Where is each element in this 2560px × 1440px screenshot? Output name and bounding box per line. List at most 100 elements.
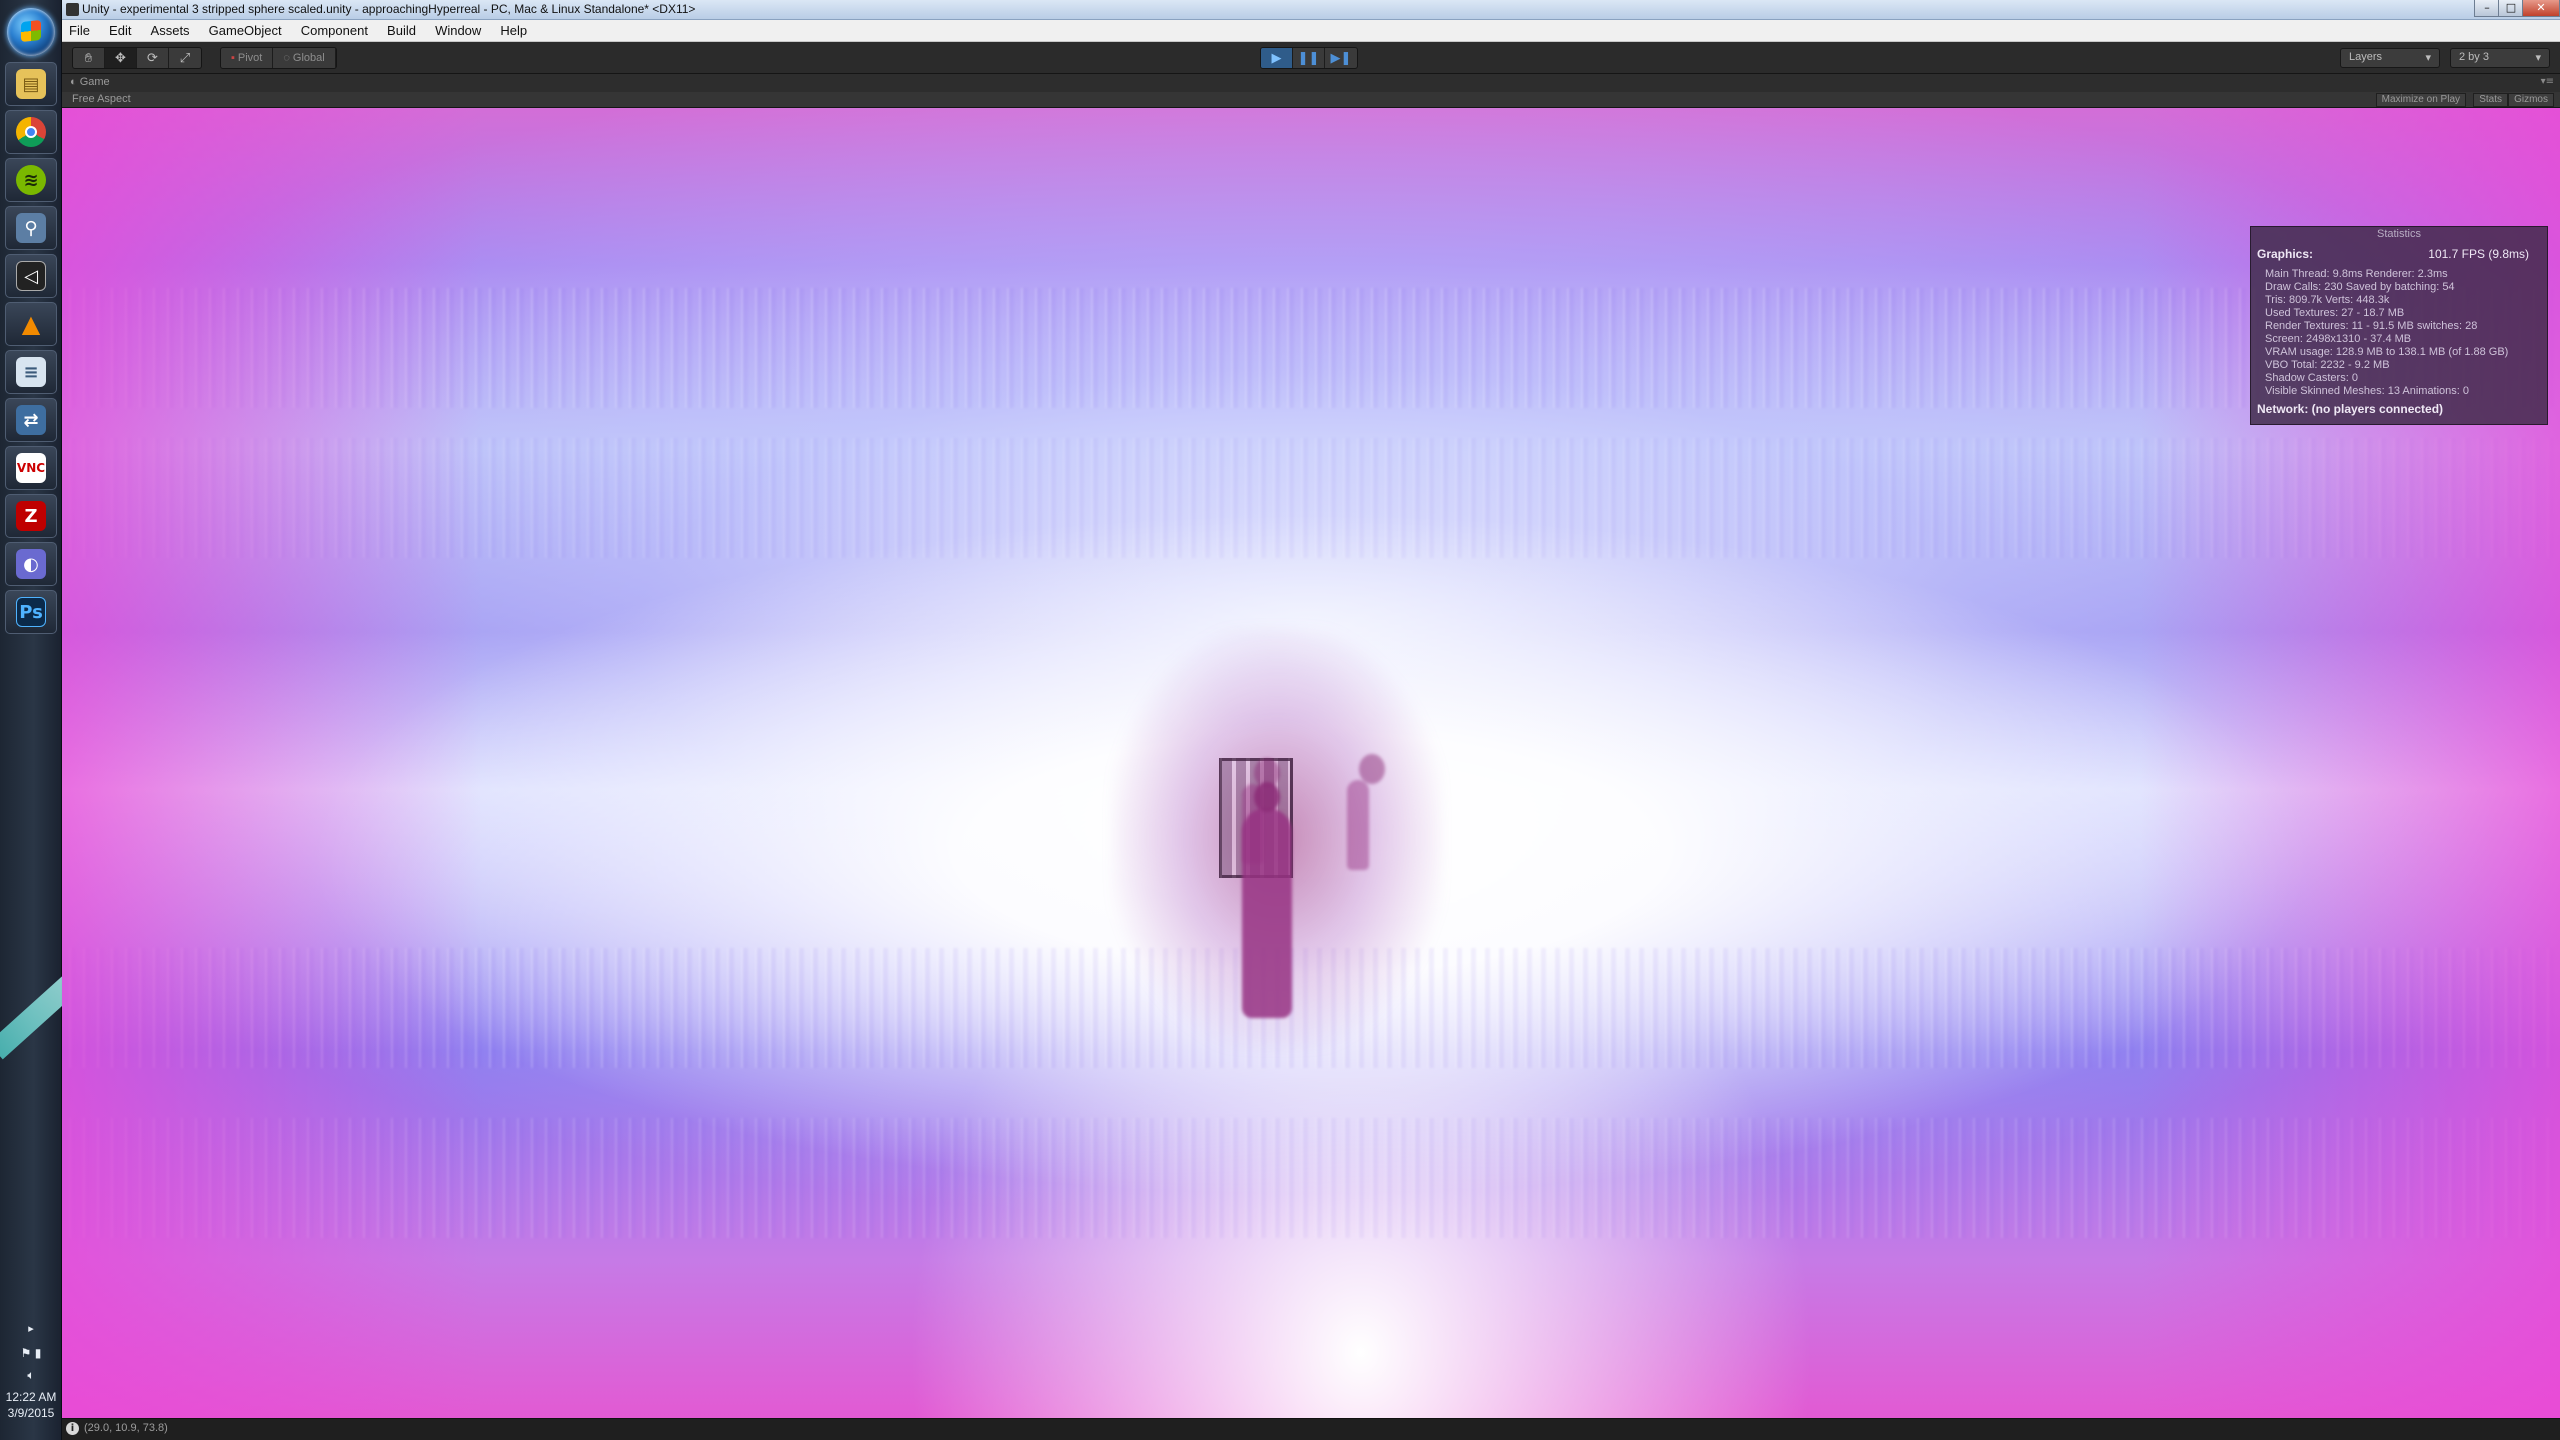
globe-icon: ◌ [283,52,290,64]
stat-line: Tris: 809.7k Verts: 448.3k [2265,294,2390,306]
vnc-icon: VNC [16,453,46,483]
stat-line: Used Textures: 27 - 18.7 MB [2265,307,2405,319]
panel-menu-icon[interactable]: ▾≡ [2541,76,2554,87]
scale-tool[interactable]: ⤢ [169,48,201,68]
vlc-icon: ▲ [21,310,41,338]
pause-icon: ❚❚ [1297,50,1320,66]
fps-readout: 101.7 FPS (9.8ms) [2428,247,2529,261]
console-message[interactable]: (29.0, 10.9, 73.8) [84,1422,168,1434]
statistics-overlay: Statistics Graphics: 101.7 FPS (9.8ms) M… [2250,226,2548,425]
chevron-down-icon: ▾ [2535,52,2541,64]
rotate-icon: ⟳ [147,50,158,66]
graphics-label: Graphics: [2257,247,2314,261]
game-icon: ◐ [70,76,80,88]
explorer-pin[interactable]: ▤ [5,62,57,106]
explorer-icon: ▤ [16,69,46,99]
network-icon: ⇄ [16,405,46,435]
layout-dropdown[interactable]: 2 by 3 ▾ [2450,48,2550,68]
stat-line: VRAM usage: 128.9 MB to 138.1 MB (of 1.8… [2265,346,2509,358]
pivot-toggle[interactable]: ▪ Pivot [221,48,274,68]
layers-dropdown[interactable]: Layers ▾ [2340,48,2440,68]
aspect-label: Free Aspect [72,93,131,105]
hand-tool[interactable]: ✋︎ [73,48,105,68]
menu-file[interactable]: File [62,20,97,38]
minimize-button[interactable]: – [2474,0,2500,17]
menu-edit[interactable]: Edit [102,20,138,38]
notepad-icon: ≡ [16,357,46,387]
transform-tools: ✋︎ ✥ ⟳ ⤢ [72,47,202,69]
statistics-lines: Main Thread: 9.8ms Renderer: 2.3ms Draw … [2265,268,2543,398]
step-button[interactable]: ▶❚ [1325,48,1357,68]
pivot-icon: ▪ [231,52,235,64]
maximize-on-play-toggle[interactable]: Maximize on Play [2375,93,2466,107]
game-tab-row: ◐ Game ▾≡ [62,74,2560,92]
stat-line: Visible Skinned Meshes: 13 Animations: 0 [2265,385,2470,397]
stat-line: Screen: 2498x1310 - 37.4 MB [2265,333,2412,345]
playback-controls: ▶ ❚❚ ▶❚ [1260,47,1358,69]
taskbar-decoration [0,960,62,1100]
game-control-bar: Free Aspect Maximize on Play Stats Gizmo… [62,92,2560,108]
menu-component[interactable]: Component [294,20,375,38]
remote-icon: ⚲ [16,213,46,243]
menu-build[interactable]: Build [380,20,423,38]
network-pin[interactable]: ⇄ [5,398,57,442]
layout-label: 2 by 3 [2459,51,2489,63]
stat-line: Main Thread: 9.8ms Renderer: 2.3ms [2265,268,2448,280]
clock-time[interactable]: 12:22 AM [0,1390,62,1404]
start-button[interactable] [7,8,55,56]
pause-button[interactable]: ❚❚ [1293,48,1325,68]
photoshop-icon: Ps [16,597,46,627]
close-button[interactable]: ✕ [2522,0,2560,17]
vnc-pin[interactable]: VNC [5,446,57,490]
tab-game[interactable]: ◐ Game [70,76,110,88]
move-tool[interactable]: ✥ [105,48,137,68]
human-figure [1242,782,1292,1018]
play-icon: ▶ [1271,50,1282,66]
chevron-down-icon: ▾ [2425,52,2431,64]
magenta-vignette-left [62,108,482,1418]
menu-assets[interactable]: Assets [144,20,197,38]
global-toggle[interactable]: ◌ Global [273,48,336,68]
remote-pin[interactable]: ⚲ [5,206,57,250]
aspect-dropdown[interactable]: Free Aspect [72,93,131,105]
spotify-pin[interactable]: ≋ [5,158,57,202]
step-icon: ▶❚ [1330,50,1352,66]
stats-toggle[interactable]: Stats [2473,93,2508,107]
statistics-header: Statistics [2376,228,2421,240]
play-button[interactable]: ▶ [1261,48,1293,68]
chrome-pin[interactable] [5,110,57,154]
clock-date[interactable]: 3/9/2015 [0,1406,62,1420]
layers-label: Layers [2349,51,2383,63]
scale-icon: ⤢ [179,50,191,66]
chrome-icon [16,117,46,147]
game-viewport[interactable]: Statistics Graphics: 101.7 FPS (9.8ms) M… [62,108,2560,1418]
pivot-toggles: ▪ Pivot ◌ Global [220,47,337,69]
filezilla-pin[interactable]: Z [5,494,57,538]
unity-icon: ◁ [16,261,46,291]
menu-gameobject[interactable]: GameObject [202,20,289,38]
app-icon: ◐ [16,549,46,579]
main-toolbar: ✋︎ ✥ ⟳ ⤢ ▪ Pivot ◌ Global ▶ ❚❚ ▶❚ Layers ▾ … [62,42,2560,74]
photoshop-pin[interactable]: Ps [5,590,57,634]
background-figure [1347,754,1385,870]
status-bar[interactable]: i (29.0, 10.9, 73.8) [62,1418,2560,1440]
menu-help[interactable]: Help [493,20,534,38]
vlc-pin[interactable]: ▲ [5,302,57,346]
window-titlebar[interactable]: Unity - experimental 3 stripped sphere s… [62,0,2560,20]
tray-flag-icon[interactable]: ⚑ ▮ [0,1346,62,1360]
stat-line: VBO Total: 2232 - 9.2 MB [2265,359,2390,371]
menu-bar: File Edit Assets GameObject Component Bu… [62,20,2560,42]
volume-icon[interactable]: 🔈︎ [0,1368,62,1383]
global-label: Global [292,52,325,64]
network-status: Network: (no players connected) [2257,402,2444,416]
notepad-pin[interactable]: ≡ [5,350,57,394]
maximize-button[interactable]: □ [2498,0,2524,17]
rotate-tool[interactable]: ⟳ [137,48,169,68]
tray-expand-icon[interactable]: ▸ [0,1322,62,1335]
spotify-icon: ≋ [16,165,46,195]
pivot-label: Pivot [237,52,263,64]
gizmos-dropdown[interactable]: Gizmos [2508,93,2554,107]
menu-window[interactable]: Window [428,20,488,38]
unity-pin[interactable]: ◁ [5,254,57,298]
app-pin[interactable]: ◐ [5,542,57,586]
